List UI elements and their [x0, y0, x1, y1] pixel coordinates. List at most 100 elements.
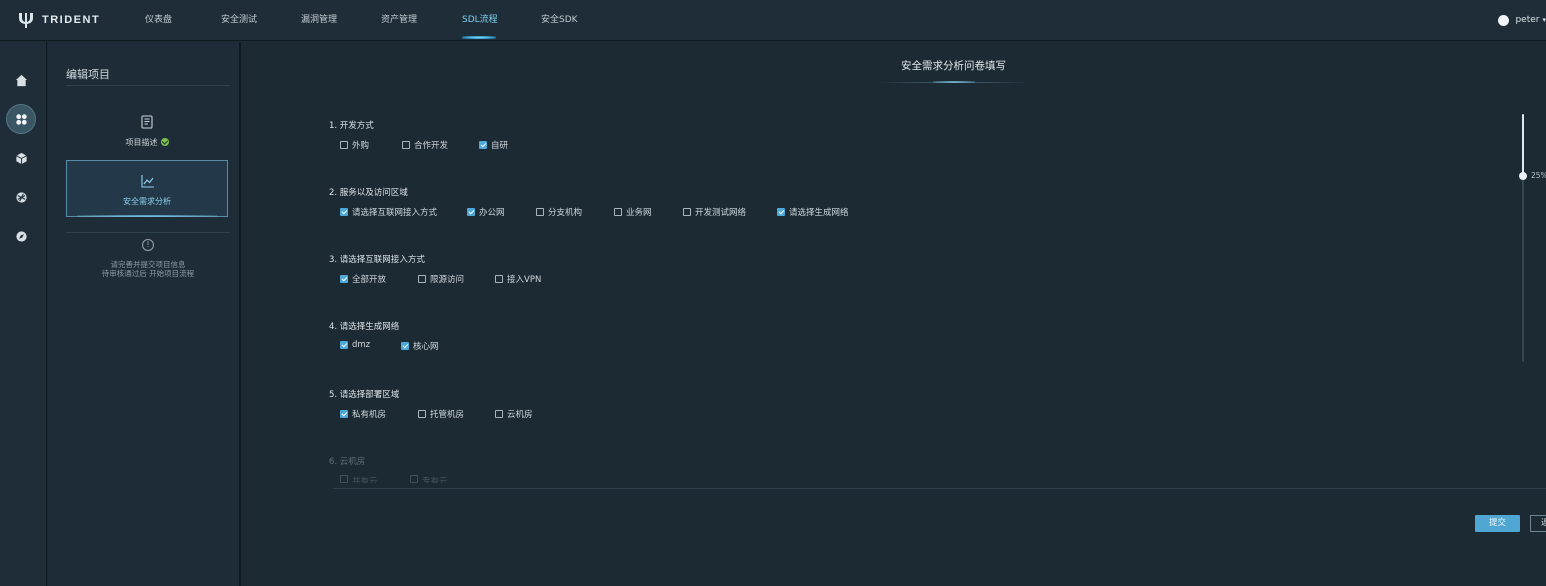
step-project-description[interactable]: 项目描述 [66, 104, 228, 161]
option-label: 全部开放 [352, 275, 387, 285]
option-checkbox[interactable]: 共有云 [340, 475, 378, 483]
checkbox[interactable] [683, 208, 691, 216]
option-checkbox[interactable]: 外购 [340, 139, 369, 151]
option-checkbox[interactable]: 自研 [479, 139, 508, 151]
checkbox[interactable] [536, 208, 544, 216]
brand-logo[interactable]: TRIDENT [18, 10, 100, 30]
option-checkbox[interactable]: 请选择互联网接入方式 [340, 206, 437, 218]
icon-sidebar [0, 42, 47, 586]
progress-fill [1522, 114, 1524, 176]
nav-dashboard[interactable]: 仪表盘 [145, 0, 172, 41]
secondary-button[interactable]: 返 [1530, 515, 1546, 532]
checkbox-checked[interactable] [479, 141, 487, 149]
scroll-fade [323, 447, 1543, 489]
panel-divider [66, 85, 230, 86]
checkbox-checked[interactable] [467, 208, 475, 216]
network-icon [15, 191, 27, 203]
rail-home-button[interactable] [7, 66, 35, 94]
question-title: 4. 请选择生成网络 [329, 322, 400, 332]
user-name: peter [1515, 15, 1540, 25]
nav-security-sdk[interactable]: 安全SDK [541, 0, 578, 41]
checkbox-checked[interactable] [340, 341, 348, 349]
option-checkbox[interactable]: 核心网 [401, 340, 439, 352]
option-checkbox[interactable]: 分支机构 [536, 206, 582, 218]
chevron-down-icon: ▾ [1542, 16, 1546, 24]
rail-compass-button[interactable] [7, 222, 35, 250]
option-checkbox[interactable]: 请选择生成网络 [777, 206, 849, 218]
option-label: 外购 [352, 141, 370, 151]
option-label: 私有机房 [352, 410, 387, 420]
option-checkbox[interactable]: 云机房 [495, 408, 533, 420]
option-label: 托管机房 [430, 410, 465, 420]
top-navigation-bar: TRIDENT 仪表盘 安全测试 漏洞管理 资产管理 SDL流程 安全SDK p… [0, 0, 1546, 41]
project-steps-panel: 编辑项目 项目描述 安全需求分析 ! 请完善并提交项目信息 待审核通过后 开始项… [48, 42, 241, 586]
option-checkbox[interactable]: dmz [340, 340, 370, 350]
option-label: 限源访问 [430, 275, 465, 285]
panel-divider [66, 232, 230, 233]
trident-logo-icon [19, 13, 33, 28]
option-checkbox[interactable]: 限源访问 [418, 273, 464, 285]
option-checkbox[interactable]: 接入VPN [495, 273, 541, 285]
nav-vulnerability-management[interactable]: 漏洞管理 [301, 0, 337, 41]
checkbox[interactable] [410, 475, 418, 483]
cube-icon [15, 152, 27, 164]
option-label: 请选择互联网接入方式 [352, 208, 438, 218]
option-checkbox[interactable]: 私有机房 [340, 408, 386, 420]
info-icon: ! [142, 239, 154, 251]
title-underline-glow [933, 81, 975, 83]
document-icon [141, 115, 153, 129]
question-title: 2. 服务以及访问区域 [329, 188, 408, 198]
form-footer-divider [333, 488, 1546, 489]
page-title: 安全需求分析问卷填写 [901, 60, 1006, 72]
option-checkbox[interactable]: 开发测试网络 [683, 206, 746, 218]
checkbox-checked[interactable] [340, 410, 348, 418]
option-checkbox[interactable]: 全部开放 [340, 273, 386, 285]
checkbox[interactable] [418, 275, 426, 283]
brand-name: TRIDENT [42, 14, 101, 26]
step-label: 安全需求分析 [123, 197, 171, 206]
progress-label: 25% [1531, 171, 1546, 180]
panel-title: 编辑项目 [66, 68, 110, 81]
step-security-requirements[interactable]: 安全需求分析 [66, 160, 228, 217]
user-avatar [1498, 14, 1510, 26]
option-label: 自研 [491, 141, 509, 151]
option-checkbox[interactable]: 业务网 [614, 206, 652, 218]
submit-button[interactable]: 提交 [1475, 515, 1520, 532]
progress-handle[interactable] [1519, 172, 1527, 180]
nav-asset-management[interactable]: 资产管理 [381, 0, 417, 41]
checkbox[interactable] [340, 141, 348, 149]
rail-network-button[interactable] [7, 183, 35, 211]
checkbox[interactable] [340, 475, 348, 483]
option-label: dmz [352, 340, 371, 350]
option-label: 开发测试网络 [695, 208, 747, 218]
checkbox[interactable] [495, 410, 503, 418]
option-checkbox[interactable]: 合作开发 [402, 139, 448, 151]
option-checkbox[interactable]: 托管机房 [418, 408, 464, 420]
option-label: 办公网 [479, 208, 505, 218]
rail-apps-button[interactable] [7, 105, 35, 133]
checkbox-checked[interactable] [340, 208, 348, 216]
checkbox[interactable] [495, 275, 503, 283]
question-title: 6. 云机房 [329, 457, 366, 467]
checkbox-checked[interactable] [340, 275, 348, 283]
line-chart-icon [141, 175, 154, 188]
option-checkbox[interactable]: 专有云 [410, 475, 448, 483]
nav-sdl-process[interactable]: SDL流程 [462, 0, 498, 41]
user-menu[interactable]: peter ▾ [1498, 12, 1546, 28]
checkbox-checked[interactable] [777, 208, 785, 216]
home-icon [15, 74, 27, 86]
nav-security-testing[interactable]: 安全测试 [221, 0, 257, 41]
option-label: 共有云 [352, 477, 378, 483]
option-label: 业务网 [626, 208, 652, 218]
apps-grid-icon [15, 113, 27, 125]
option-label: 分支机构 [548, 208, 583, 218]
option-label: 云机房 [507, 410, 533, 420]
option-checkbox[interactable]: 办公网 [467, 206, 505, 218]
checkbox[interactable] [418, 410, 426, 418]
question-title: 5. 请选择部署区域 [329, 390, 400, 400]
rail-assets-button[interactable] [7, 144, 35, 172]
checkbox[interactable] [614, 208, 622, 216]
check-circle-icon [160, 138, 169, 146]
checkbox[interactable] [402, 141, 410, 149]
checkbox-checked[interactable] [401, 342, 409, 350]
